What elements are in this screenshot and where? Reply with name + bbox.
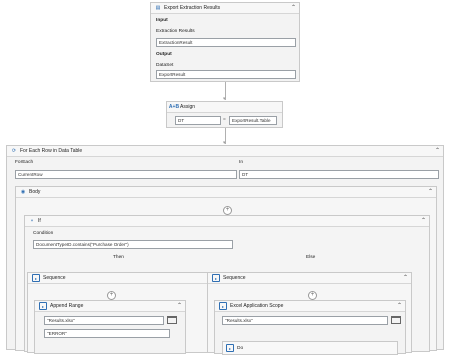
assign-activity-header[interactable]: A+B Assign — [167, 102, 282, 113]
condition-label: Condition — [33, 231, 54, 236]
dataset-label: DataSet — [156, 63, 174, 68]
sheet-name-field[interactable]: "ERROR" — [44, 329, 170, 338]
else-label: Else — [306, 255, 316, 260]
collapse-icon[interactable]: ⌃ — [403, 274, 408, 282]
excel-scope-title: Excel Application Scope — [230, 303, 284, 309]
excel-icon: ▸ — [219, 302, 227, 310]
excel-application-scope-activity[interactable]: ▸ Excel Application Scope ⌃ "Results.xls… — [214, 300, 406, 355]
else-sequence-header[interactable]: ▸ Sequence ⌃ — [208, 273, 411, 284]
collapse-icon[interactable]: ⌃ — [291, 4, 296, 12]
then-sequence-title: Sequence — [43, 275, 66, 281]
input-heading: Input — [156, 18, 168, 23]
extraction-results-label: Extraction Results — [156, 29, 195, 34]
else-sequence-title: Sequence — [223, 275, 246, 281]
output-heading: Output — [156, 52, 172, 57]
assign-activity-title: Assign — [180, 104, 196, 110]
sequence-icon: ▸ — [226, 344, 234, 352]
do-container[interactable]: ▸ Do — [222, 341, 398, 355]
for-each-title: For Each Row in Data Table — [20, 148, 83, 154]
condition-field[interactable]: DocumentTypeID.contains("Purchase Order"… — [33, 240, 233, 249]
assign-operator: = — [223, 117, 226, 122]
do-header[interactable]: ▸ Do — [226, 344, 243, 352]
body-icon: ◉ — [20, 189, 26, 195]
folder-icon[interactable] — [167, 316, 177, 324]
workbook-path-field[interactable]: "Results.xlsx" — [44, 316, 164, 325]
append-range-header[interactable]: ▸ Append Range ⌃ — [35, 301, 185, 312]
append-range-activity[interactable]: ▸ Append Range ⌃ "Results.xlsx" "ERROR" — [34, 300, 186, 354]
collapse-icon[interactable]: ⌃ — [177, 302, 182, 310]
assign-activity[interactable]: A+B Assign DT = ExportResult.Table — [166, 101, 283, 128]
add-activity-button[interactable]: + — [223, 206, 232, 215]
else-sequence[interactable]: ▸ Sequence ⌃ + ▸ Excel Application Scope… — [207, 272, 412, 355]
if-title: If — [38, 218, 41, 224]
for-each-header[interactable]: ⟳ For Each Row in Data Table ⌃ — [7, 146, 443, 157]
export-extraction-results-activity[interactable]: ▤ Export Extraction Results ⌃ Input Extr… — [150, 2, 300, 82]
collapse-icon[interactable]: ⌃ — [435, 147, 440, 155]
sequence-icon: ▸ — [32, 274, 40, 282]
excel-workbook-path-field[interactable]: "Results.xlsx" — [222, 316, 388, 325]
if-activity[interactable]: ⑂ If ⌃ Condition DocumentTypeID.contains… — [24, 215, 430, 355]
then-sequence-header[interactable]: ▸ Sequence ⌃ — [28, 273, 223, 284]
then-label: Then — [113, 255, 124, 260]
export-activity-title: Export Extraction Results — [164, 5, 221, 11]
body-container[interactable]: ◉ Body ⌃ + ⑂ If ⌃ Condition DocumentType… — [15, 186, 437, 355]
add-activity-button[interactable]: + — [107, 291, 116, 300]
append-range-title: Append Range — [50, 303, 84, 309]
body-header[interactable]: ◉ Body ⌃ — [16, 187, 436, 198]
dataset-field[interactable]: ExportResult — [156, 70, 296, 79]
in-label: In — [239, 160, 244, 165]
collapse-icon[interactable]: ⌃ — [428, 188, 433, 196]
add-activity-button[interactable]: + — [308, 291, 317, 300]
for-each-row-activity[interactable]: ⟳ For Each Row in Data Table ⌃ ForEach C… — [6, 145, 444, 355]
folder-icon[interactable] — [391, 316, 401, 324]
then-sequence[interactable]: ▸ Sequence ⌃ + ▸ Append Range ⌃ "Results… — [27, 272, 224, 354]
sequence-icon: ▸ — [212, 274, 220, 282]
do-title: Do — [237, 345, 244, 351]
extraction-results-field[interactable]: ExtractionResult — [156, 38, 296, 47]
foreach-icon: ⟳ — [11, 148, 17, 154]
foreach-label: ForEach — [15, 160, 34, 165]
foreach-item-field[interactable]: CurrentRow — [15, 170, 237, 179]
assign-to-field[interactable]: DT — [175, 116, 221, 125]
assign-value-field[interactable]: ExportResult.Table — [229, 116, 277, 125]
append-range-icon: ▸ — [39, 302, 47, 310]
collapse-icon[interactable]: ⌃ — [421, 217, 426, 225]
if-icon: ⑂ — [30, 218, 34, 224]
if-header[interactable]: ⑂ If ⌃ — [25, 216, 429, 227]
body-title: Body — [29, 189, 41, 195]
export-activity-header[interactable]: ▤ Export Extraction Results ⌃ — [151, 3, 299, 14]
excel-scope-header[interactable]: ▸ Excel Application Scope ⌃ — [215, 301, 405, 312]
collapse-icon[interactable]: ⌃ — [397, 302, 402, 310]
in-collection-field[interactable]: DT — [239, 170, 439, 179]
assign-icon: A+B — [168, 104, 180, 110]
export-icon: ▤ — [155, 5, 161, 11]
